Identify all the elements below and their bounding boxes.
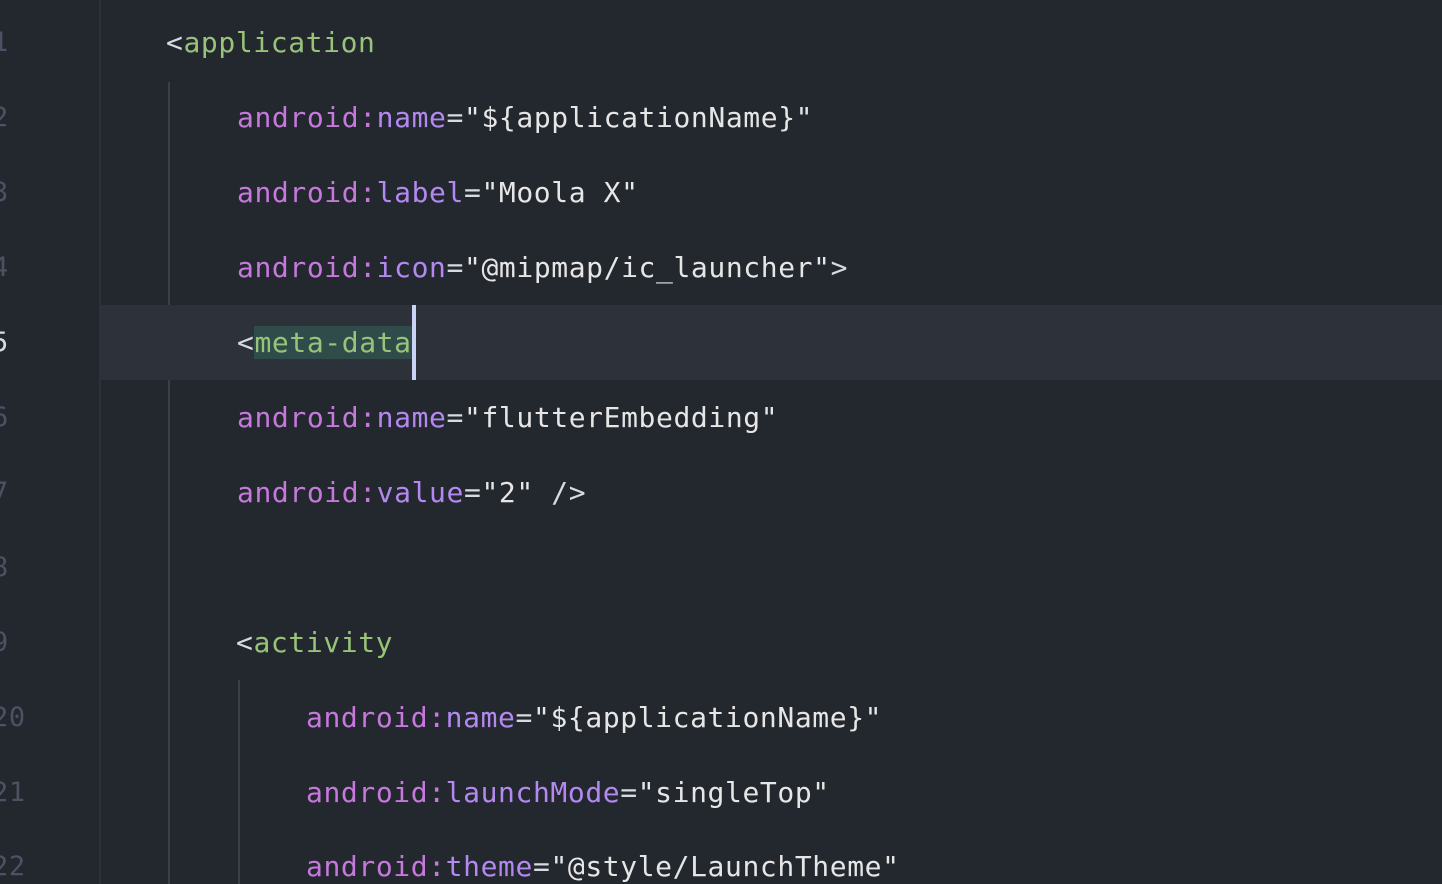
attr-namespace: android [306,850,429,883]
attr-equals: = [620,776,638,809]
attr-value: "Moola X" [481,176,639,209]
code-line[interactable]: 20 android:name="${applicationName}" [0,680,1442,755]
attr-name: icon [376,251,447,284]
line-number: 8 [0,552,9,583]
code-text[interactable]: <application [166,5,376,80]
attr-colon: : [359,401,377,434]
code-text[interactable]: <meta-data [237,305,416,380]
code-text[interactable]: android:name="${applicationName}" [237,80,813,155]
attr-name: value [376,476,464,509]
text-cursor [411,305,416,380]
attr-colon: : [428,850,446,883]
tag-name: activity [253,626,394,659]
code-text[interactable]: android:label="Moola X" [237,155,639,230]
tag-close-bracket: > [830,251,849,284]
code-text[interactable]: <activity [236,605,393,680]
attr-value: "@style/LaunchTheme" [550,850,900,883]
tag-open-bracket: < [237,326,255,359]
tag-open-bracket: < [236,626,254,659]
attr-colon: : [359,476,377,509]
line-number: 6 [0,402,9,433]
self-closing-bracket: /> [533,476,587,509]
line-number: 21 [0,777,26,808]
attr-colon: : [359,101,377,134]
tag-name: application [183,26,376,59]
code-line[interactable]: 6 android:name="flutterEmbedding" [0,380,1442,455]
attr-equals: = [515,701,533,734]
code-line[interactable]: 1 <application [0,5,1442,80]
code-text[interactable]: android:value="2" /> [237,455,586,530]
attr-value: "2" [481,476,534,509]
code-line-current[interactable]: 5 <meta-data [0,305,1442,380]
attr-value: "${applicationName}" [463,101,814,134]
gutter-background [0,305,99,380]
tag-open-bracket: < [166,26,184,59]
code-text[interactable]: android:theme="@style/LaunchTheme" [306,829,900,884]
line-number: 5 [0,327,9,358]
attr-value: "singleTop" [637,776,830,809]
code-line[interactable]: 22 android:theme="@style/LaunchTheme" [0,829,1442,884]
code-line[interactable]: 3 android:label="Moola X" [0,155,1442,230]
line-number: 9 [0,627,9,658]
attr-name: name [376,401,447,434]
attr-namespace: android [237,401,360,434]
attr-namespace: android [237,251,360,284]
attr-equals: = [463,176,482,209]
line-number: 1 [0,27,9,58]
attr-equals: = [446,251,464,284]
attr-value: "flutterEmbedding" [463,401,779,434]
attr-colon: : [428,776,446,809]
code-editor[interactable]: 1 <application 2 android:name="${applica… [0,0,1442,884]
attr-colon: : [359,251,377,284]
selected-tag-name[interactable]: meta-data [254,326,412,359]
code-text[interactable]: android:launchMode="singleTop" [306,755,830,830]
attr-name: name [376,101,447,134]
attr-value: "${applicationName}" [532,701,883,734]
code-line[interactable]: 9 <activity [0,605,1442,680]
line-number: 4 [0,252,9,283]
code-line[interactable]: 4 android:icon="@mipmap/ic_launcher"> [0,230,1442,305]
code-text[interactable]: android:icon="@mipmap/ic_launcher"> [237,230,848,305]
attr-name: name [445,701,516,734]
attr-namespace: android [237,101,360,134]
attr-namespace: android [306,776,429,809]
line-number: 20 [0,702,26,733]
attr-equals: = [463,476,482,509]
attr-equals: = [446,401,464,434]
line-number: 22 [0,851,26,882]
attr-namespace: android [237,476,360,509]
code-line[interactable]: 7 android:value="2" /> [0,455,1442,530]
attr-name: theme [445,850,533,883]
attr-equals: = [532,850,551,883]
code-text[interactable]: android:name="${applicationName}" [306,680,882,755]
attr-name: label [376,176,464,209]
attr-name: launchMode [445,776,621,809]
attr-equals: = [446,101,464,134]
code-line[interactable]: 2 android:name="${applicationName}" [0,80,1442,155]
attr-namespace: android [306,701,429,734]
code-line[interactable]: 8 [0,530,1442,605]
attr-value: "@mipmap/ic_launcher" [463,251,831,284]
code-line[interactable]: 21 android:launchMode="singleTop" [0,755,1442,830]
attr-colon: : [428,701,446,734]
attr-namespace: android [237,176,360,209]
line-number: 2 [0,102,9,133]
code-text[interactable]: android:name="flutterEmbedding" [237,380,778,455]
line-number: 3 [0,177,9,208]
line-number: 7 [0,477,9,508]
attr-colon: : [359,176,377,209]
